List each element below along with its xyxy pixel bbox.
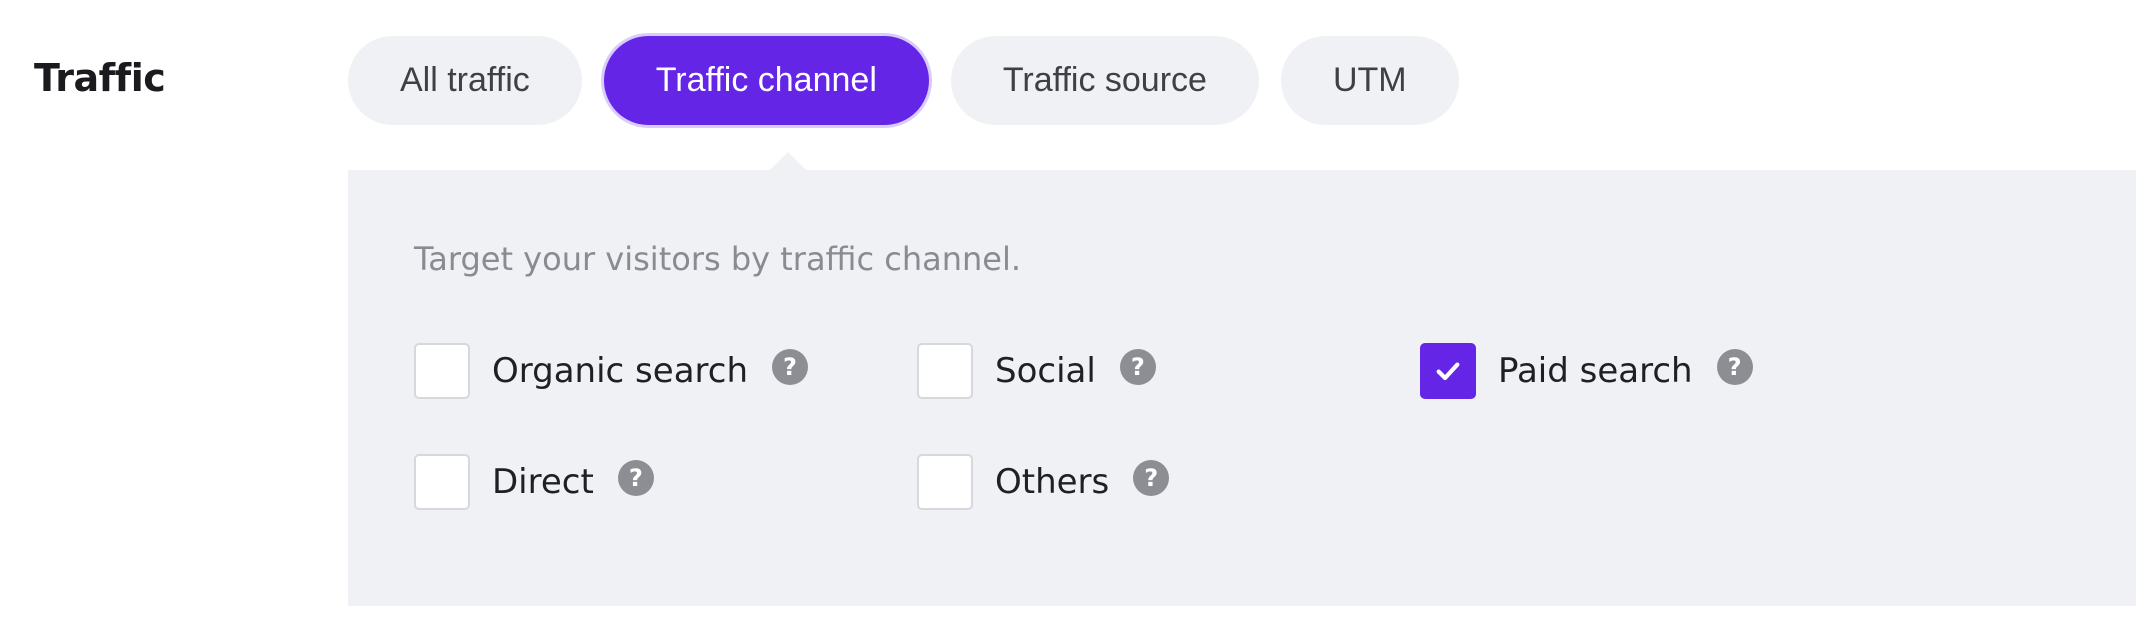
option-organic-search[interactable]: Organic search ? [414,343,808,399]
option-label: Organic search [492,351,748,391]
tab-traffic-source[interactable]: Traffic source [950,36,1259,125]
option-label: Paid search [1498,351,1693,391]
direct-checkbox[interactable] [414,454,470,510]
tab-utm[interactable]: UTM [1280,36,1459,125]
section-title: Traffic [34,56,166,100]
organic-search-checkbox[interactable] [414,343,470,399]
option-paid-search[interactable]: Paid search ? [1420,343,1753,399]
traffic-channel-panel: Target your visitors by traffic channel.… [348,170,2136,606]
question-mark-icon[interactable]: ? [617,460,654,496]
traffic-targeting: Traffic All traffic Traffic channel Traf… [0,0,2150,640]
option-direct[interactable]: Direct ? [414,454,654,510]
others-checkbox[interactable] [917,454,973,510]
option-social[interactable]: Social ? [917,343,1156,399]
panel-description: Target your visitors by traffic channel. [414,240,1022,278]
checkmark-icon [1436,362,1460,381]
paid-search-checkbox[interactable] [1420,343,1476,399]
option-label: Direct [492,462,594,502]
tab-all-traffic[interactable]: All traffic [348,36,582,125]
panel-pointer [770,152,806,170]
option-others[interactable]: Others ? [917,454,1170,510]
option-label: Social [995,351,1096,391]
question-mark-icon[interactable]: ? [1716,349,1753,385]
option-label: Others [995,462,1110,502]
social-checkbox[interactable] [917,343,973,399]
question-mark-icon[interactable]: ? [1133,460,1170,496]
question-mark-icon[interactable]: ? [1119,349,1156,385]
question-mark-icon[interactable]: ? [772,349,808,385]
tab-traffic-channel[interactable]: Traffic channel [603,36,929,125]
traffic-tabs: All traffic Traffic channel Traffic sour… [348,36,1459,125]
